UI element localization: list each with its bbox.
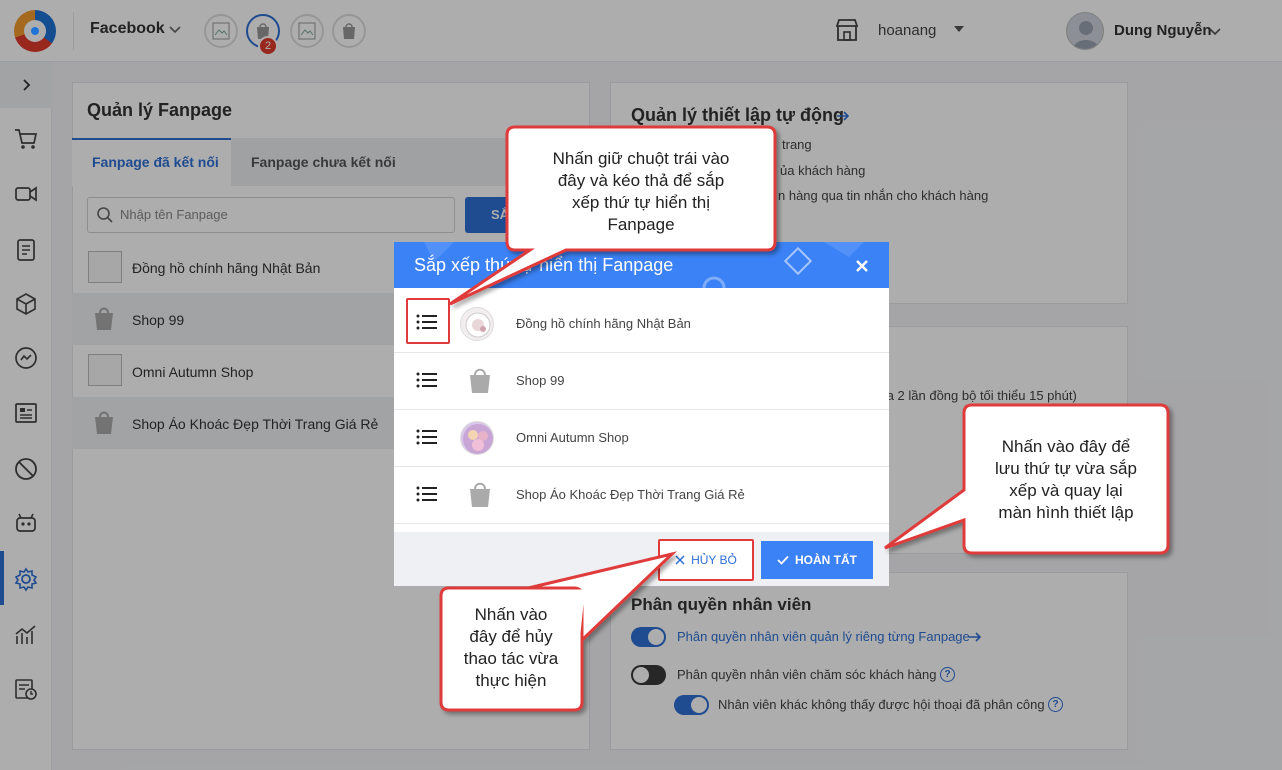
save-callout: Nhấn vào đây để lưu thứ tự vừa sắp xếp v… xyxy=(968,436,1164,524)
callout-line: thao tác vừa xyxy=(463,649,559,668)
close-icon xyxy=(675,555,685,565)
fanpage-avatar xyxy=(460,421,494,455)
callout-line: Nhấn giữ chuột trái vào xyxy=(552,149,730,168)
drag-handle-icon[interactable] xyxy=(416,428,438,446)
fanpage-name: Đồng hồ chính hãng Nhật Bản xyxy=(516,316,691,331)
drag-callout: Nhấn giữ chuột trái vào đây và kéo thả đ… xyxy=(512,148,770,236)
callout-line: màn hình thiết lập xyxy=(998,503,1134,522)
callout-line: đây để hủy xyxy=(469,627,553,646)
callout-line: lưu thứ tự vừa sắp xyxy=(995,459,1137,478)
done-label: HOÀN TẤT xyxy=(795,553,857,567)
callout-line: Nhấn vào xyxy=(474,605,548,624)
fanpage-avatar xyxy=(460,307,494,341)
close-icon[interactable] xyxy=(854,258,870,274)
drag-handle-icon[interactable] xyxy=(416,485,438,503)
modal-title: Sắp xếp thứ tự hiển thị Fanpage xyxy=(414,255,674,275)
callout-line: xếp và quay lại xyxy=(1009,481,1123,500)
callout-line: Nhấn vào đây để xyxy=(1001,437,1131,456)
check-icon xyxy=(777,555,789,565)
callout-line: xếp thứ tự hiển thị xyxy=(571,193,711,212)
callout-line: đây và kéo thả để sắp xyxy=(557,171,725,190)
drag-handle-icon[interactable] xyxy=(416,371,438,389)
fanpage-name: Shop 99 xyxy=(516,373,565,388)
done-button[interactable]: HOÀN TẤT xyxy=(761,541,873,579)
shop-bag-icon xyxy=(470,368,490,393)
fanpage-name: Shop Áo Khoác Đẹp Thời Trang Giá Rẻ xyxy=(516,487,745,502)
cancel-callout: Nhấn vào đây để hủy thao tác vừa thực hi… xyxy=(444,604,578,692)
shop-bag-icon xyxy=(470,482,490,507)
callout-line: Fanpage xyxy=(607,215,675,234)
drag-handle-icon[interactable] xyxy=(416,313,438,331)
fanpage-name: Omni Autumn Shop xyxy=(516,430,629,445)
cancel-label: HỦY BỎ xyxy=(691,553,737,567)
cancel-button[interactable]: HỦY BỎ xyxy=(660,541,752,579)
callout-line: thực hiện xyxy=(475,671,547,690)
